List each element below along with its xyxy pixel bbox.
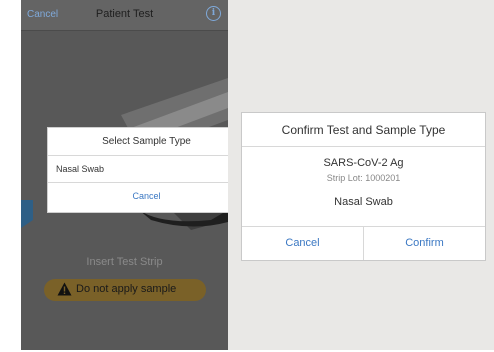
strip-lot: Strip Lot: 1000201 bbox=[326, 173, 401, 183]
patient-test-screen: Cancel Patient Test i Select Sample Type… bbox=[21, 0, 228, 350]
test-name: SARS-CoV-2 Ag bbox=[323, 157, 404, 169]
info-icon[interactable]: i bbox=[206, 6, 221, 21]
divider bbox=[242, 146, 485, 147]
sample-option-label: Nasal Swab bbox=[56, 164, 105, 174]
sample-type-action-sheet: Select Sample Type Nasal Swab > Cancel bbox=[47, 127, 228, 213]
dialog-cancel-button[interactable]: Cancel bbox=[242, 227, 363, 260]
dialog-title: Confirm Test and Sample Type bbox=[281, 123, 446, 137]
confirmation-panel: Confirm Test and Sample Type SARS-CoV-2 … bbox=[228, 0, 494, 350]
insert-strip-instruction: Insert Test Strip bbox=[86, 256, 163, 268]
warning-banner: Do not apply sample bbox=[44, 279, 206, 301]
sample-option-nasal-swab[interactable]: Nasal Swab > bbox=[48, 156, 228, 182]
confirm-dialog: Confirm Test and Sample Type SARS-CoV-2 … bbox=[241, 112, 486, 261]
nav-title: Patient Test bbox=[95, 8, 154, 20]
sheet-cancel-button[interactable]: Cancel bbox=[48, 191, 228, 201]
sheet-title: Select Sample Type bbox=[102, 136, 191, 147]
warning-icon bbox=[57, 282, 72, 296]
warning-text: Do not apply sample bbox=[76, 283, 177, 295]
nav-bar: Cancel Patient Test i bbox=[21, 0, 228, 31]
divider bbox=[48, 182, 228, 183]
dialog-confirm-button[interactable]: Confirm bbox=[364, 227, 485, 260]
sample-type: Nasal Swab bbox=[334, 196, 393, 208]
